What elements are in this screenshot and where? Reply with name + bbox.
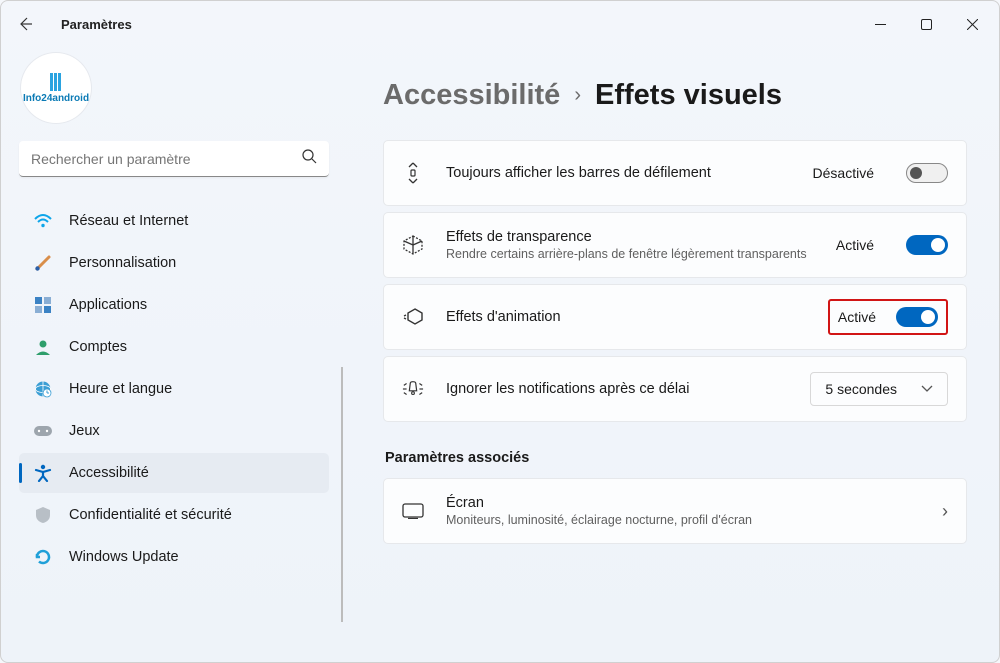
chevron-right-icon: › (574, 84, 581, 107)
sidebar-item-label: Accessibilité (69, 465, 149, 481)
clock-globe-icon (33, 379, 53, 399)
body: Info24android Réseau et Internet (1, 47, 999, 662)
scrollbar-icon (402, 162, 424, 184)
transparency-icon (402, 234, 424, 256)
search-input[interactable] (19, 141, 329, 177)
setting-scrollbars: Toujours afficher les barres de défileme… (383, 140, 967, 206)
monitor-icon (402, 500, 424, 522)
gamepad-icon (33, 421, 53, 441)
sidebar-item-label: Applications (69, 297, 147, 313)
related-heading: Paramètres associés (385, 450, 967, 466)
related-subtitle: Moniteurs, luminosité, éclairage nocturn… (446, 513, 920, 527)
setting-title: Ignorer les notifications après ce délai (446, 381, 788, 397)
breadcrumb-parent[interactable]: Accessibilité (383, 79, 560, 112)
setting-title: Effets d'animation (446, 309, 806, 325)
highlight-annotation: Activé (828, 299, 948, 335)
search-box (19, 141, 329, 177)
sidebar-item-gaming[interactable]: Jeux (19, 411, 329, 451)
sidebar-item-network[interactable]: Réseau et Internet (19, 201, 329, 241)
content-area: Accessibilité › Effets visuels Toujours … (341, 47, 999, 662)
setting-title: Effets de transparence (446, 229, 814, 245)
chevron-right-icon: › (942, 501, 948, 522)
close-button[interactable] (949, 8, 995, 40)
sidebar-item-label: Jeux (69, 423, 100, 439)
apps-icon (33, 295, 53, 315)
related-screen[interactable]: Écran Moniteurs, luminosité, éclairage n… (383, 478, 967, 544)
animation-icon (402, 306, 424, 328)
sidebar-item-label: Réseau et Internet (69, 213, 188, 229)
scrollbar-indicator[interactable] (341, 367, 343, 622)
avatar-logo: Info24android (21, 73, 91, 104)
accessibility-icon (33, 463, 53, 483)
setting-status: Activé (838, 309, 876, 325)
arrow-left-icon (17, 16, 33, 32)
toggle-transparency[interactable] (906, 235, 948, 255)
related-title: Écran (446, 495, 920, 511)
sidebar-item-accounts[interactable]: Comptes (19, 327, 329, 367)
breadcrumb-current: Effets visuels (595, 79, 782, 112)
sidebar-item-label: Windows Update (69, 549, 179, 565)
notification-timer-icon (402, 378, 424, 400)
sidebar-item-apps[interactable]: Applications (19, 285, 329, 325)
shield-icon (33, 505, 53, 525)
toggle-scrollbars[interactable] (906, 163, 948, 183)
maximize-icon (921, 19, 932, 30)
titlebar: Paramètres (1, 1, 999, 47)
close-icon (967, 19, 978, 30)
setting-status: Désactivé (813, 165, 874, 181)
setting-status: Activé (836, 237, 874, 253)
sidebar-item-label: Confidentialité et sécurité (69, 507, 232, 523)
dropdown-value: 5 secondes (825, 381, 897, 397)
chevron-down-icon (921, 385, 933, 393)
setting-transparency: Effets de transparence Rendre certains a… (383, 212, 967, 278)
sidebar-item-label: Heure et langue (69, 381, 172, 397)
window-controls (857, 8, 995, 40)
maximize-button[interactable] (903, 8, 949, 40)
sidebar-item-update[interactable]: Windows Update (19, 537, 329, 577)
avatar[interactable]: Info24android (21, 53, 91, 123)
sidebar-item-accessibility[interactable]: Accessibilité (19, 453, 329, 493)
sidebar-item-label: Comptes (69, 339, 127, 355)
sidebar-item-personalization[interactable]: Personnalisation (19, 243, 329, 283)
back-button[interactable] (7, 6, 43, 42)
minimize-icon (875, 19, 886, 30)
brush-icon (33, 253, 53, 273)
sidebar-item-label: Personnalisation (69, 255, 176, 271)
setting-notifications: Ignorer les notifications après ce délai… (383, 356, 967, 422)
settings-window: Paramètres Info24android (0, 0, 1000, 663)
setting-subtitle: Rendre certains arrière-plans de fenêtre… (446, 247, 814, 261)
notification-delay-dropdown[interactable]: 5 secondes (810, 372, 948, 406)
nav-list: Réseau et Internet Personnalisation Appl… (19, 201, 329, 577)
search-icon (302, 149, 317, 169)
wifi-icon (33, 211, 53, 231)
breadcrumb: Accessibilité › Effets visuels (383, 79, 967, 112)
sidebar-item-privacy[interactable]: Confidentialité et sécurité (19, 495, 329, 535)
update-icon (33, 547, 53, 567)
setting-animation: Effets d'animation Activé (383, 284, 967, 350)
minimize-button[interactable] (857, 8, 903, 40)
sidebar: Info24android Réseau et Internet (1, 47, 341, 662)
setting-title: Toujours afficher les barres de défileme… (446, 165, 791, 181)
sidebar-item-time[interactable]: Heure et langue (19, 369, 329, 409)
app-title: Paramètres (61, 17, 132, 32)
person-icon (33, 337, 53, 357)
toggle-animation[interactable] (896, 307, 938, 327)
